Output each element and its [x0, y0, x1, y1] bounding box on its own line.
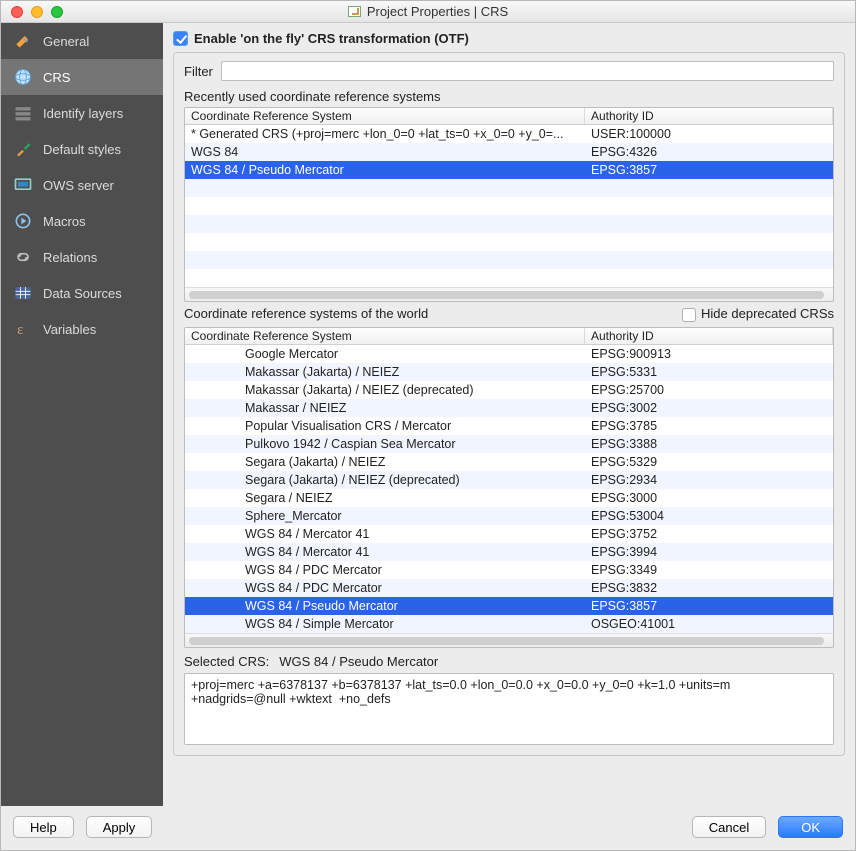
epsilon-icon: ε: [13, 319, 33, 339]
sidebar-item-identify-layers[interactable]: Identify layers: [1, 95, 163, 131]
world-header: Coordinate reference systems of the worl…: [184, 306, 428, 321]
table-row[interactable]: WGS 84 / PDC MercatorEPSG:3349: [185, 561, 833, 579]
help-button[interactable]: Help: [13, 816, 74, 838]
hide-deprecated-label[interactable]: Hide deprecated CRSs: [682, 306, 834, 322]
table-row[interactable]: Pulkovo 1942 / Caspian Sea MercatorEPSG:…: [185, 435, 833, 453]
table-row-empty: [185, 197, 833, 215]
sidebar-item-label: CRS: [43, 70, 70, 85]
layers-icon: [13, 103, 33, 123]
otf-label: Enable 'on the fly' CRS transformation (…: [194, 31, 469, 46]
window-title: Project Properties | CRS: [367, 4, 508, 19]
close-window-icon[interactable]: [11, 6, 23, 18]
sidebar-item-label: Relations: [43, 250, 97, 265]
col-name[interactable]: Coordinate Reference System: [185, 108, 585, 124]
sidebar: General CRS Identify layers Default styl…: [1, 23, 163, 806]
selected-crs-value: WGS 84 / Pseudo Mercator: [279, 654, 438, 669]
filter-label: Filter: [184, 64, 213, 79]
titlebar: Project Properties | CRS: [1, 1, 855, 23]
table-row[interactable]: WGS 84 / Mercator 41EPSG:3994: [185, 543, 833, 561]
h-scrollbar[interactable]: [185, 633, 833, 647]
selected-crs-label: Selected CRS:: [184, 654, 269, 669]
table-row[interactable]: WGS 84 / Simple MercatorOSGEO:41001: [185, 615, 833, 633]
sidebar-item-general[interactable]: General: [1, 23, 163, 59]
sidebar-item-data-sources[interactable]: Data Sources: [1, 275, 163, 311]
table-row[interactable]: Segara (Jakarta) / NEIEZ (deprecated)EPS…: [185, 471, 833, 489]
sidebar-item-variables[interactable]: ε Variables: [1, 311, 163, 347]
app-icon: [348, 6, 361, 17]
table-row[interactable]: WGS 84 / PDC MercatorEPSG:3832: [185, 579, 833, 597]
table-row[interactable]: WGS 84 / Pseudo MercatorEPSG:3857: [185, 597, 833, 615]
table-row[interactable]: WGS 84EPSG:4326: [185, 143, 833, 161]
sidebar-item-label: Identify layers: [43, 106, 123, 121]
table-row[interactable]: Sphere_MercatorEPSG:53004: [185, 507, 833, 525]
table-row[interactable]: * Generated CRS (+proj=merc +lon_0=0 +la…: [185, 125, 833, 143]
ok-button[interactable]: OK: [778, 816, 843, 838]
world-crs-table: Coordinate Reference System Authority ID…: [184, 327, 834, 648]
wrench-icon: [13, 31, 33, 51]
table-row[interactable]: WGS 84 / Pseudo MercatorEPSG:3857: [185, 161, 833, 179]
table-row[interactable]: Google MercatorEPSG:900913: [185, 345, 833, 363]
table-row-empty: [185, 251, 833, 269]
table-row-empty: [185, 179, 833, 197]
dialog-footer: Help Apply Cancel OK: [1, 806, 855, 850]
proj-string-box: +proj=merc +a=6378137 +b=6378137 +lat_ts…: [184, 673, 834, 745]
brush-icon: [13, 139, 33, 159]
crs-panel: Enable 'on the fly' CRS transformation (…: [163, 23, 855, 806]
sidebar-item-label: Default styles: [43, 142, 121, 157]
sidebar-item-relations[interactable]: Relations: [1, 239, 163, 275]
link-icon: [13, 247, 33, 267]
table-row[interactable]: Makassar (Jakarta) / NEIEZ (deprecated)E…: [185, 381, 833, 399]
svg-text:ε: ε: [17, 322, 23, 338]
sidebar-item-crs[interactable]: CRS: [1, 59, 163, 95]
sidebar-item-ows-server[interactable]: OWS server: [1, 167, 163, 203]
project-properties-window: Project Properties | CRS General CRS: [0, 0, 856, 851]
sidebar-item-label: Macros: [43, 214, 86, 229]
table-row[interactable]: Segara (Jakarta) / NEIEZEPSG:5329: [185, 453, 833, 471]
recent-header: Recently used coordinate reference syste…: [184, 89, 834, 104]
gear-play-icon: [13, 211, 33, 231]
zoom-window-icon[interactable]: [51, 6, 63, 18]
recent-crs-table: Coordinate Reference System Authority ID…: [184, 107, 834, 302]
table-row[interactable]: Segara / NEIEZEPSG:3000: [185, 489, 833, 507]
globe-icon: [13, 67, 33, 87]
monitor-icon: [13, 175, 33, 195]
sidebar-item-default-styles[interactable]: Default styles: [1, 131, 163, 167]
sidebar-item-label: Data Sources: [43, 286, 122, 301]
filter-input[interactable]: [221, 61, 834, 81]
h-scrollbar[interactable]: [185, 287, 833, 301]
table-row[interactable]: Popular Visualisation CRS / MercatorEPSG…: [185, 417, 833, 435]
table-icon: [13, 283, 33, 303]
minimize-window-icon[interactable]: [31, 6, 43, 18]
apply-button[interactable]: Apply: [86, 816, 153, 838]
cancel-button[interactable]: Cancel: [692, 816, 766, 838]
sidebar-item-label: General: [43, 34, 89, 49]
table-row[interactable]: Makassar / NEIEZEPSG:3002: [185, 399, 833, 417]
sidebar-item-label: OWS server: [43, 178, 114, 193]
table-row-empty: [185, 215, 833, 233]
table-row[interactable]: Makassar (Jakarta) / NEIEZEPSG:5331: [185, 363, 833, 381]
world-crs-rows[interactable]: Google MercatorEPSG:900913Makassar (Jaka…: [185, 345, 833, 633]
recent-crs-rows[interactable]: * Generated CRS (+proj=merc +lon_0=0 +la…: [185, 125, 833, 287]
table-row-empty: [185, 233, 833, 251]
table-row[interactable]: WGS 84 / Mercator 41EPSG:3752: [185, 525, 833, 543]
otf-checkbox[interactable]: [173, 31, 188, 46]
table-row-empty: [185, 269, 833, 287]
sidebar-item-macros[interactable]: Macros: [1, 203, 163, 239]
sidebar-item-label: Variables: [43, 322, 96, 337]
col-auth[interactable]: Authority ID: [585, 108, 833, 124]
hide-deprecated-checkbox[interactable]: [682, 308, 696, 322]
col-name[interactable]: Coordinate Reference System: [185, 328, 585, 344]
col-auth[interactable]: Authority ID: [585, 328, 833, 344]
